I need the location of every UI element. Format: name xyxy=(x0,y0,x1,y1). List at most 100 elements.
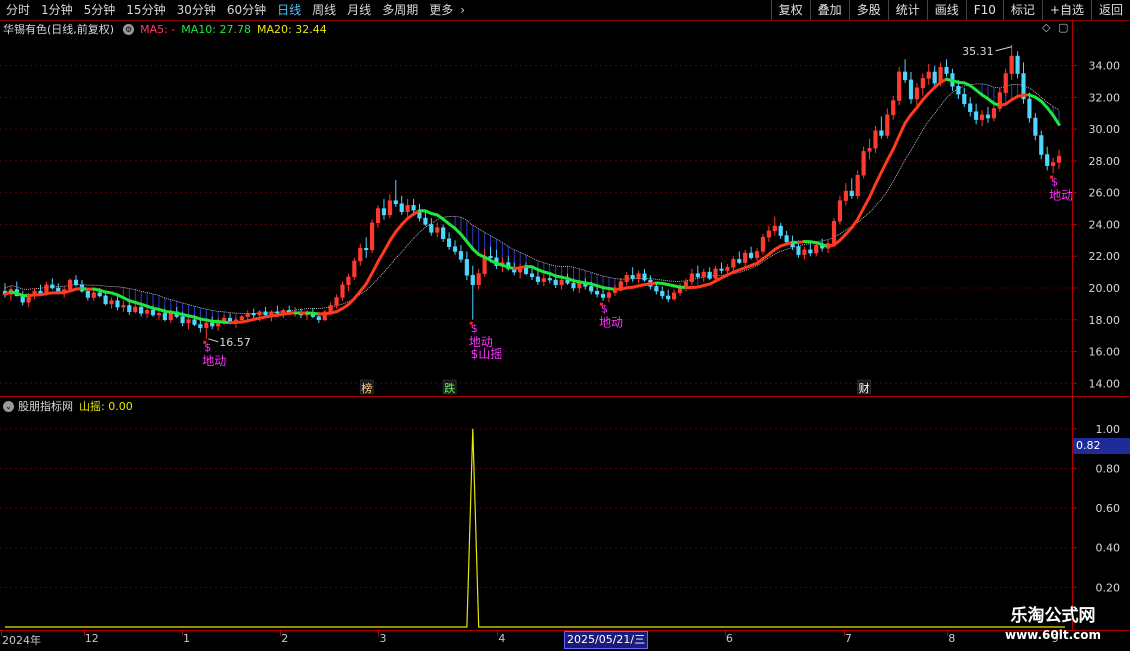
candle-body xyxy=(702,272,706,277)
candle-body xyxy=(459,251,463,259)
date-tick xyxy=(844,631,845,636)
event-tags: 榜跌财 xyxy=(360,380,870,395)
candle-body xyxy=(110,301,114,304)
toolbar-button-0[interactable]: 复权 xyxy=(771,0,810,20)
toolbar-button-7[interactable]: +自选 xyxy=(1042,0,1091,20)
period-tab-4[interactable]: 30分钟 xyxy=(171,0,221,20)
toolbar-button-1[interactable]: 叠加 xyxy=(810,0,849,20)
candle-body xyxy=(204,323,208,328)
ma-segment xyxy=(864,197,870,208)
date-label: 1 xyxy=(183,632,190,645)
candle-body xyxy=(341,285,345,298)
watermark-title: 乐淘公式网 xyxy=(990,605,1116,627)
period-tab-8[interactable]: 月线 xyxy=(341,0,376,20)
date-label: 6 xyxy=(726,632,733,645)
candle-body xyxy=(797,247,801,255)
toolbar-button-5[interactable]: F10 xyxy=(966,0,1003,20)
candle-body xyxy=(595,291,599,294)
ma-segment xyxy=(875,172,881,184)
period-tab-9[interactable]: 多周期 xyxy=(376,0,423,20)
high-pointer xyxy=(996,47,1012,51)
signal-annotations: $地动$地动$地动$地动$山摇 xyxy=(202,176,1073,368)
candle-body xyxy=(850,191,854,196)
candle-body xyxy=(193,320,197,325)
moving-average xyxy=(5,79,1059,323)
period-tab-7[interactable]: 周线 xyxy=(306,0,341,20)
candle-body xyxy=(808,250,812,253)
indicator-grid: 1.000.800.600.400.20 xyxy=(0,423,1120,595)
candle-body xyxy=(631,275,635,278)
candle-body xyxy=(199,325,203,328)
period-tab-6[interactable]: 日线 xyxy=(271,0,306,20)
candle-body xyxy=(406,205,410,211)
candle-body xyxy=(98,293,102,296)
candle-body xyxy=(708,272,712,278)
candle-body xyxy=(755,251,759,257)
date-tick xyxy=(182,631,183,636)
date-tick xyxy=(947,631,948,636)
indicator-tick-label: 0.60 xyxy=(1096,502,1121,515)
candle-body xyxy=(945,67,949,73)
signal-label: 地动 xyxy=(599,316,623,330)
toolbar-button-4[interactable]: 画线 xyxy=(927,0,966,20)
candle-body xyxy=(1010,56,1014,73)
candle-body xyxy=(86,291,90,297)
event-tag-label: 跌 xyxy=(444,381,455,395)
ma-segment xyxy=(378,252,384,262)
low-label: 16.57 xyxy=(219,336,251,349)
more-arrow-icon[interactable]: › xyxy=(458,0,467,20)
candle-body xyxy=(909,80,913,99)
candle-body xyxy=(453,247,457,252)
candle-body xyxy=(589,286,593,291)
candle-body xyxy=(329,305,333,311)
date-tick xyxy=(84,631,85,636)
period-tab-2[interactable]: 5分钟 xyxy=(78,0,121,20)
candle-body xyxy=(578,283,582,288)
high-low-markers: 35.3116.57 xyxy=(208,45,1011,349)
candle-body xyxy=(666,296,670,299)
trend-band xyxy=(5,84,1059,323)
candle-body xyxy=(625,275,629,281)
candle-body xyxy=(672,293,676,299)
candle-body xyxy=(803,250,807,255)
date-tick xyxy=(725,631,726,636)
date-tick xyxy=(497,631,498,636)
period-tab-10[interactable]: 更多 xyxy=(423,0,458,20)
event-tag-label: 财 xyxy=(859,381,870,395)
candle-body xyxy=(1045,155,1049,166)
period-tab-0[interactable]: 分时 xyxy=(0,0,35,20)
candle-body xyxy=(276,312,280,314)
candle-body xyxy=(880,131,884,136)
candle-body xyxy=(891,101,895,115)
toolbar-button-3[interactable]: 统计 xyxy=(888,0,927,20)
candle-body xyxy=(980,115,984,120)
candle-body xyxy=(915,88,919,99)
candle-body xyxy=(370,223,374,250)
toolbar-button-6[interactable]: 标记 xyxy=(1003,0,1042,20)
period-tab-5[interactable]: 60分钟 xyxy=(221,0,271,20)
candle-body xyxy=(382,209,386,215)
period-tab-3[interactable]: 15分钟 xyxy=(120,0,170,20)
candle-body xyxy=(903,72,907,80)
date-label: 8 xyxy=(948,632,955,645)
price-tick-label: 34.00 xyxy=(1089,60,1121,73)
candle-body xyxy=(696,274,700,277)
candle-body xyxy=(986,115,990,118)
date-tick xyxy=(378,631,379,636)
candle-body xyxy=(68,280,72,290)
toolbar-button-2[interactable]: 多股 xyxy=(849,0,888,20)
ma-segment xyxy=(858,208,864,219)
candle-body xyxy=(814,245,818,253)
price-tick-label: 28.00 xyxy=(1089,155,1121,168)
period-tab-1[interactable]: 1分钟 xyxy=(35,0,78,20)
indicator-chart: 1.000.800.600.400.20 xyxy=(0,397,1130,630)
toolbar-button-8[interactable]: 返回 xyxy=(1091,0,1130,20)
ma-segment xyxy=(881,160,887,172)
candle-body xyxy=(601,294,605,297)
candle-body xyxy=(619,282,623,288)
candle-body xyxy=(779,226,783,236)
candle-body xyxy=(761,237,765,251)
candle-body xyxy=(927,72,931,78)
date-tick xyxy=(1,631,2,636)
candle-body xyxy=(477,274,481,285)
